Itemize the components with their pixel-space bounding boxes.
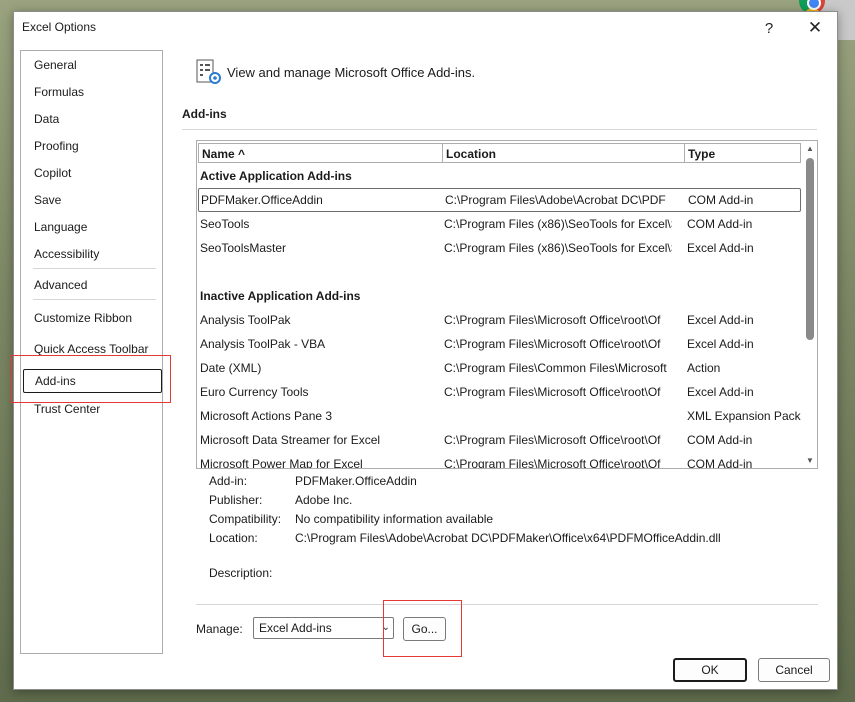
page-header-text: View and manage Microsoft Office Add-ins… [227,65,476,80]
table-row[interactable]: Microsoft Power Map for Excel C:\Program… [198,452,801,469]
sidebar-item-quick-access-toolbar[interactable]: Quick Access Toolbar [21,337,162,361]
column-header-type[interactable]: Type [684,143,801,163]
scroll-down-icon[interactable]: ▼ [805,456,815,466]
row-type: Action [687,361,721,375]
add-ins-list[interactable]: Name ^ Location Type Active Application … [196,140,818,469]
table-row[interactable]: Analysis ToolPak - VBA C:\Program Files\… [198,332,801,356]
manage-select[interactable]: Excel Add-ins ⌄ [253,617,394,639]
row-name: Microsoft Data Streamer for Excel [200,433,381,447]
row-type: COM Add-in [688,193,754,207]
row-type: COM Add-in [687,217,753,231]
row-type: Excel Add-in [687,241,754,255]
section-divider [182,129,252,130]
detail-publisher-value: Adobe Inc. [295,493,353,507]
sidebar-item-copilot[interactable]: Copilot [21,161,162,185]
sidebar-item-advanced[interactable]: Advanced [21,273,162,297]
sidebar-item-general[interactable]: General [21,53,162,77]
detail-compatibility-value: No compatibility information available [295,512,494,526]
detail-compatibility-label: Compatibility: [209,512,282,526]
sidebar-divider [33,299,156,300]
row-location: C:\Program Files\Common Files\Microsoft [444,361,667,375]
row-name: Analysis ToolPak - VBA [200,337,326,351]
table-row[interactable]: Analysis ToolPak C:\Program Files\Micros… [198,308,801,332]
sidebar-item-formulas[interactable]: Formulas [21,80,162,104]
row-location: C:\Program Files\Microsoft Office\root\O… [444,313,661,327]
cancel-button[interactable]: Cancel [758,658,830,682]
row-type: XML Expansion Pack [687,409,801,423]
sidebar-item-trust-center[interactable]: Trust Center [21,397,162,421]
column-header-name[interactable]: Name ^ [198,143,443,163]
excel-options-dialog: Excel Options ? ✕ General Formulas Data … [11,11,838,690]
manage-label: Manage: [196,622,243,636]
sidebar: General Formulas Data Proofing Copilot S… [20,50,163,654]
sidebar-item-language[interactable]: Language [21,215,162,239]
window-title: Excel Options [22,20,97,34]
manage-divider [196,604,818,605]
row-type: COM Add-in [687,433,753,447]
row-name: Date (XML) [200,361,262,375]
table-row[interactable]: PDFMaker.OfficeAddin C:\Program Files\Ad… [198,188,801,212]
table-row[interactable]: SeoToolsMaster C:\Program Files (x86)\Se… [198,236,801,260]
section-title: Add-ins [182,107,227,121]
row-location: C:\Program Files\Microsoft Office\root\O… [444,385,661,399]
table-row[interactable]: Microsoft Data Streamer for Excel C:\Pro… [198,428,801,452]
row-name: SeoToolsMaster [200,241,287,255]
detail-publisher-label: Publisher: [209,493,263,507]
sidebar-item-save[interactable]: Save [21,188,162,212]
section-divider [250,129,817,130]
row-type: COM Add-in [687,457,753,469]
detail-location-value: C:\Program Files\Adobe\Acrobat DC\PDFMak… [295,531,721,545]
row-location: C:\Program Files (x86)\SeoTools for Exce… [444,217,672,231]
row-name: SeoTools [200,217,250,231]
close-icon[interactable]: ✕ [801,16,829,40]
column-header-location[interactable]: Location [442,143,685,163]
table-row[interactable]: SeoTools C:\Program Files (x86)\SeoTools… [198,212,801,236]
row-name: Microsoft Power Map for Excel [200,457,363,469]
sidebar-item-add-ins[interactable]: Add-ins [23,369,162,393]
row-location: C:\Program Files\Microsoft Office\root\O… [444,337,661,351]
detail-description-label: Description: [209,566,273,580]
go-button[interactable]: Go... [403,617,446,641]
row-type: Excel Add-in [687,337,754,351]
manage-select-value: Excel Add-ins [259,621,332,635]
group-label: Inactive Application Add-ins [200,289,361,303]
detail-addin-value: PDFMaker.OfficeAddin [295,474,417,488]
sidebar-divider [33,268,156,269]
row-name: Analysis ToolPak [200,313,291,327]
sidebar-item-customize-ribbon[interactable]: Customize Ribbon [21,306,162,330]
chevron-down-icon: ⌄ [381,622,390,633]
group-header-inactive: Inactive Application Add-ins [198,284,801,308]
row-name: Microsoft Actions Pane 3 [200,409,333,423]
row-name: Euro Currency Tools [200,385,309,399]
row-location: C:\Program Files\Microsoft Office\root\O… [444,433,661,447]
list-scrollbar[interactable]: ▲ ▼ [803,142,817,468]
row-location: C:\Program Files (x86)\SeoTools for Exce… [444,241,672,255]
scroll-thumb[interactable] [806,158,814,340]
row-location: C:\Program Files\Adobe\Acrobat DC\PDF [445,193,666,207]
table-row[interactable]: Microsoft Actions Pane 3 XML Expansion P… [198,404,801,428]
sidebar-item-data[interactable]: Data [21,107,162,131]
row-type: Excel Add-in [687,313,754,327]
scroll-up-icon[interactable]: ▲ [805,144,815,154]
table-row[interactable]: Date (XML) C:\Program Files\Common Files… [198,356,801,380]
group-header-active: Active Application Add-ins [198,164,801,188]
row-name: PDFMaker.OfficeAddin [201,193,323,207]
row-location: C:\Program Files\Microsoft Office\root\O… [444,457,661,469]
sidebar-item-proofing[interactable]: Proofing [21,134,162,158]
ok-button[interactable]: OK [673,658,747,682]
help-button[interactable]: ? [755,16,783,40]
sidebar-item-accessibility[interactable]: Accessibility [21,242,162,266]
detail-location-label: Location: [209,531,258,545]
group-label: Active Application Add-ins [200,169,352,183]
detail-addin-label: Add-in: [209,474,248,488]
add-ins-settings-icon [196,59,221,84]
table-row[interactable]: Euro Currency Tools C:\Program Files\Mic… [198,380,801,404]
row-type: Excel Add-in [687,385,754,399]
